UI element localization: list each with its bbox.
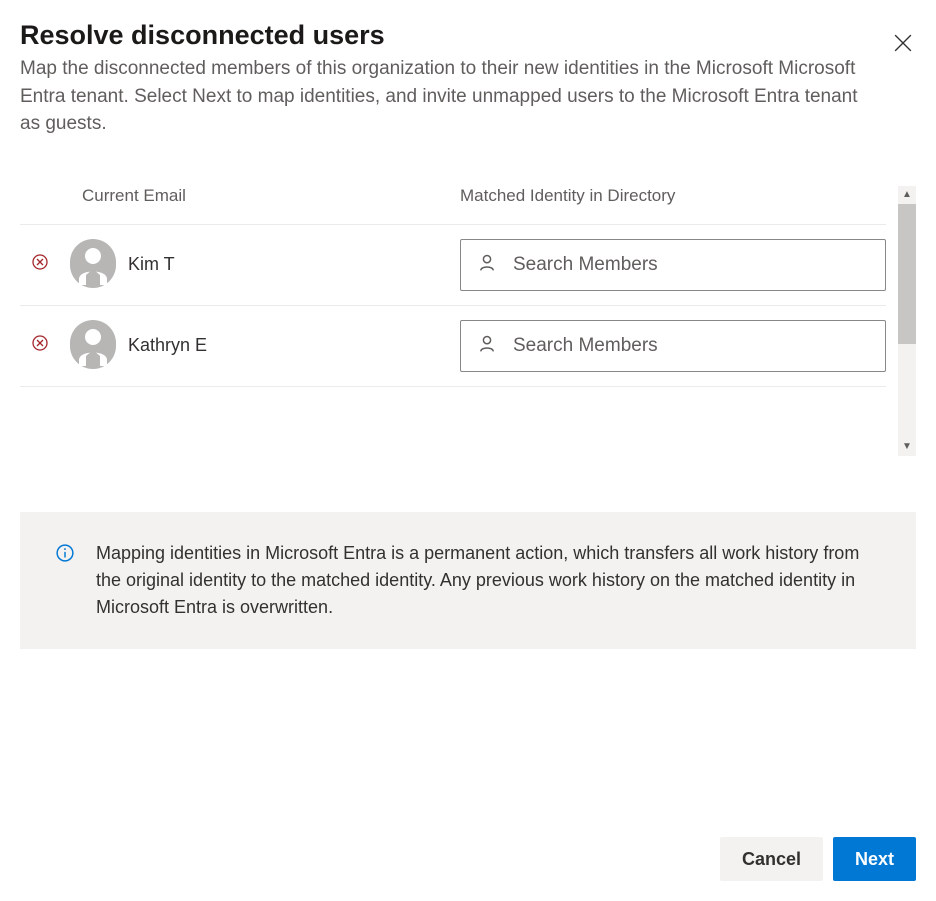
remove-icon bbox=[32, 254, 48, 275]
dialog-title: Resolve disconnected users bbox=[20, 20, 860, 51]
user-name: Kim T bbox=[128, 254, 460, 275]
person-icon bbox=[70, 320, 116, 371]
close-button[interactable] bbox=[890, 30, 916, 59]
header-text: Resolve disconnected users Map the disco… bbox=[20, 20, 890, 138]
close-icon bbox=[894, 34, 912, 55]
search-members-field bbox=[460, 320, 886, 372]
avatar bbox=[70, 242, 116, 288]
table-header: Current Email Matched Identity in Direct… bbox=[20, 186, 886, 224]
search-members-input[interactable] bbox=[460, 320, 886, 372]
table-inner: Current Email Matched Identity in Direct… bbox=[20, 186, 898, 456]
user-cell: Kim T bbox=[50, 242, 460, 288]
scrollbar-thumb[interactable] bbox=[898, 204, 916, 344]
avatar bbox=[70, 323, 116, 369]
column-header-identity: Matched Identity in Directory bbox=[460, 186, 886, 206]
scroll-up-arrow-icon: ▲ bbox=[898, 186, 916, 204]
info-banner: Mapping identities in Microsoft Entra is… bbox=[20, 512, 916, 649]
dialog-header: Resolve disconnected users Map the disco… bbox=[20, 20, 916, 138]
remove-icon bbox=[32, 335, 48, 356]
dialog-footer: Cancel Next bbox=[20, 813, 916, 881]
scrollbar-track bbox=[898, 344, 916, 438]
table-row: Kim T bbox=[20, 224, 886, 305]
user-table: Current Email Matched Identity in Direct… bbox=[20, 186, 916, 456]
search-members-input[interactable] bbox=[460, 239, 886, 291]
user-cell: Kathryn E bbox=[50, 323, 460, 369]
user-name: Kathryn E bbox=[128, 335, 460, 356]
next-button[interactable]: Next bbox=[833, 837, 916, 881]
scroll-down-arrow-icon: ▼ bbox=[898, 438, 916, 456]
vertical-scrollbar[interactable]: ▲ ▼ bbox=[898, 186, 916, 456]
content-area: Current Email Matched Identity in Direct… bbox=[20, 186, 916, 813]
info-text: Mapping identities in Microsoft Entra is… bbox=[96, 540, 880, 621]
table-row: Kathryn E bbox=[20, 305, 886, 387]
search-members-field bbox=[460, 239, 886, 291]
resolve-disconnected-users-dialog: Resolve disconnected users Map the disco… bbox=[0, 0, 936, 901]
cancel-button[interactable]: Cancel bbox=[720, 837, 823, 881]
remove-user-button[interactable] bbox=[20, 254, 50, 275]
person-icon bbox=[70, 239, 116, 290]
info-icon bbox=[56, 544, 74, 621]
dialog-subtitle: Map the disconnected members of this org… bbox=[20, 55, 860, 138]
remove-user-button[interactable] bbox=[20, 335, 50, 356]
column-header-email: Current Email bbox=[20, 186, 460, 206]
